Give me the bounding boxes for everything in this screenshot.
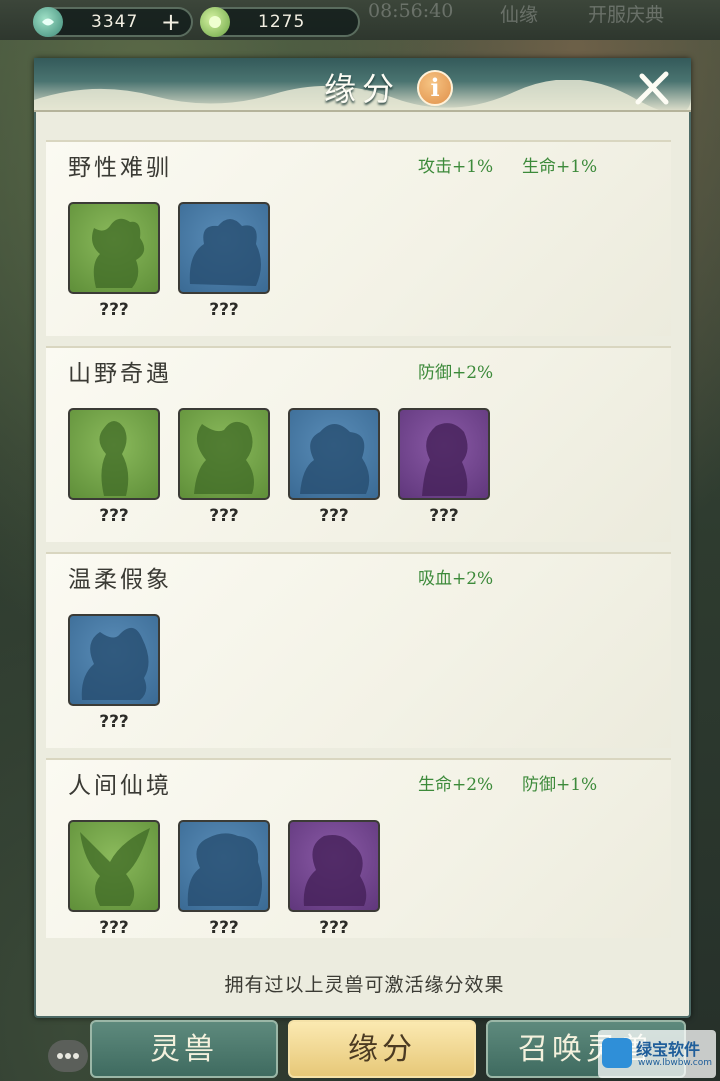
fate-list[interactable]: 野性难驯 攻击+1% 生命+1% ??? ??? 山野奇遇 防御+2% ??? …: [46, 140, 671, 938]
panel-title: 缘分: [324, 70, 401, 108]
jade-currency: 3347 +: [33, 7, 193, 37]
bonus-text: 攻击+1%: [418, 157, 494, 177]
add-currency-button[interactable]: +: [161, 9, 181, 35]
beast-silhouette-card: [288, 408, 380, 500]
beast-slot[interactable]: ???: [288, 820, 380, 938]
activation-hint: 拥有过以上灵兽可激活缘分效果: [224, 974, 505, 996]
beast-silhouette-card: [178, 202, 270, 294]
beast-name: ???: [209, 506, 239, 526]
close-button[interactable]: [632, 68, 672, 108]
tab-spirit-beast[interactable]: 灵兽: [90, 1020, 278, 1078]
hidden-label-event: 开服庆典: [588, 4, 665, 26]
panel-header: 缘分 i: [34, 58, 691, 112]
beast-silhouette-card: [68, 820, 160, 912]
fate-group: 野性难驯 攻击+1% 生命+1% ??? ???: [46, 140, 671, 336]
beast-name: ???: [99, 918, 129, 938]
group-title: 野性难驯: [68, 155, 172, 181]
watermark-text: 绿宝软件: [636, 1040, 701, 1059]
fate-group: 温柔假象 吸血+2% ???: [46, 552, 671, 748]
bonus-text: 吸血+2%: [418, 569, 494, 589]
info-button[interactable]: i: [417, 70, 453, 106]
site-watermark: 绿宝软件 www.lbwbw.com: [598, 1030, 716, 1078]
fate-group: 山野奇遇 防御+2% ??? ??? ??? ???: [46, 346, 671, 542]
jade-amount: 3347: [91, 12, 139, 32]
beast-slot[interactable]: ???: [68, 202, 160, 320]
beast-silhouette-card: [398, 408, 490, 500]
beast-slot[interactable]: ???: [178, 408, 270, 526]
beast-slot[interactable]: ???: [178, 820, 270, 938]
close-icon: [635, 71, 669, 105]
gem-amount: 1275: [258, 12, 306, 32]
fate-panel: 缘分 i 野性难驯 攻击+1% 生命+1% ??? ??? 山野奇遇 防御+2%…: [34, 58, 691, 1018]
group-title: 温柔假象: [68, 567, 172, 593]
beast-name: ???: [319, 506, 349, 526]
beast-slot[interactable]: ???: [68, 408, 160, 526]
beast-slot[interactable]: ???: [68, 820, 160, 938]
beast-slot[interactable]: ???: [288, 408, 380, 526]
beast-name: ???: [209, 300, 239, 320]
chat-button[interactable]: [48, 1040, 88, 1072]
beast-silhouette-card: [68, 614, 160, 706]
beast-slot[interactable]: ???: [178, 202, 270, 320]
beast-name: ???: [99, 300, 129, 320]
beast-silhouette-card: [68, 408, 160, 500]
tab-fate[interactable]: 缘分: [288, 1020, 476, 1078]
beast-slot[interactable]: ???: [398, 408, 490, 526]
gem-currency: 1275: [200, 7, 360, 37]
watermark-url: www.lbwbw.com: [638, 1058, 713, 1068]
bonus-text: 生命+2%: [418, 775, 494, 795]
chat-bubble-icon: [57, 1053, 79, 1059]
beast-silhouette-card: [288, 820, 380, 912]
hidden-clock: 08:56:40: [368, 0, 454, 22]
beast-silhouette-card: [68, 202, 160, 294]
beast-silhouette-card: [178, 820, 270, 912]
beast-silhouette-card: [178, 408, 270, 500]
spirit-gem-icon: [200, 7, 230, 37]
bonus-text: 防御+1%: [522, 775, 598, 795]
group-title: 人间仙境: [68, 773, 172, 799]
beast-name: ???: [429, 506, 459, 526]
beast-name: ???: [209, 918, 239, 938]
beast-slot[interactable]: ???: [68, 614, 160, 732]
group-title: 山野奇遇: [68, 361, 172, 387]
bonus-text: 生命+1%: [522, 157, 598, 177]
hidden-label-xianyuan: 仙缘: [500, 4, 539, 26]
beast-name: ???: [99, 712, 129, 732]
fate-group: 人间仙境 生命+2% 防御+1% ??? ??? ???: [46, 758, 671, 938]
beast-name: ???: [99, 506, 129, 526]
jade-coin-icon: [33, 7, 63, 37]
beast-name: ???: [319, 918, 349, 938]
bonus-text: 防御+2%: [418, 363, 494, 383]
site-logo-icon: [602, 1038, 632, 1068]
